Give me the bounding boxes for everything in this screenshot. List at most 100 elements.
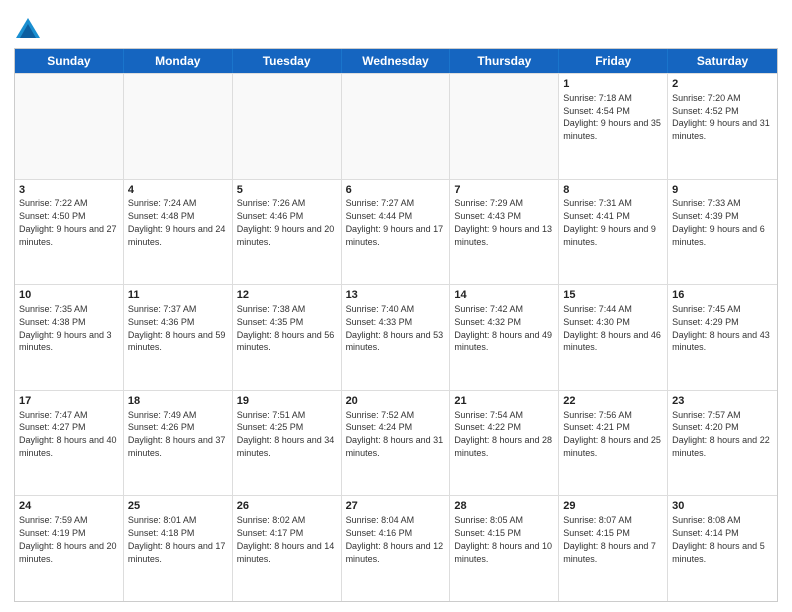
day-cell-6: 6Sunrise: 7:27 AM Sunset: 4:44 PM Daylig… [342, 180, 451, 285]
day-cell-13: 13Sunrise: 7:40 AM Sunset: 4:33 PM Dayli… [342, 285, 451, 390]
day-info: Sunrise: 8:05 AM Sunset: 4:15 PM Dayligh… [454, 515, 552, 563]
day-info: Sunrise: 7:57 AM Sunset: 4:20 PM Dayligh… [672, 410, 770, 458]
day-info: Sunrise: 7:44 AM Sunset: 4:30 PM Dayligh… [563, 304, 661, 352]
empty-cell [15, 74, 124, 179]
day-number: 25 [128, 499, 228, 514]
day-number: 19 [237, 394, 337, 409]
day-number: 17 [19, 394, 119, 409]
day-number: 13 [346, 288, 446, 303]
logo-icon [14, 14, 42, 42]
day-cell-1: 1Sunrise: 7:18 AM Sunset: 4:54 PM Daylig… [559, 74, 668, 179]
week-row-3: 10Sunrise: 7:35 AM Sunset: 4:38 PM Dayli… [15, 284, 777, 390]
day-number: 20 [346, 394, 446, 409]
header-day-saturday: Saturday [668, 49, 777, 73]
day-cell-9: 9Sunrise: 7:33 AM Sunset: 4:39 PM Daylig… [668, 180, 777, 285]
day-number: 9 [672, 183, 773, 198]
day-number: 27 [346, 499, 446, 514]
day-info: Sunrise: 7:40 AM Sunset: 4:33 PM Dayligh… [346, 304, 444, 352]
day-number: 21 [454, 394, 554, 409]
day-cell-7: 7Sunrise: 7:29 AM Sunset: 4:43 PM Daylig… [450, 180, 559, 285]
day-cell-10: 10Sunrise: 7:35 AM Sunset: 4:38 PM Dayli… [15, 285, 124, 390]
day-number: 23 [672, 394, 773, 409]
day-info: Sunrise: 7:47 AM Sunset: 4:27 PM Dayligh… [19, 410, 117, 458]
day-cell-27: 27Sunrise: 8:04 AM Sunset: 4:16 PM Dayli… [342, 496, 451, 601]
calendar-body: 1Sunrise: 7:18 AM Sunset: 4:54 PM Daylig… [15, 73, 777, 601]
day-number: 3 [19, 183, 119, 198]
week-row-1: 1Sunrise: 7:18 AM Sunset: 4:54 PM Daylig… [15, 73, 777, 179]
logo [14, 14, 46, 42]
day-cell-25: 25Sunrise: 8:01 AM Sunset: 4:18 PM Dayli… [124, 496, 233, 601]
day-info: Sunrise: 7:45 AM Sunset: 4:29 PM Dayligh… [672, 304, 770, 352]
day-number: 5 [237, 183, 337, 198]
empty-cell [233, 74, 342, 179]
day-info: Sunrise: 7:22 AM Sunset: 4:50 PM Dayligh… [19, 198, 117, 246]
header-day-sunday: Sunday [15, 49, 124, 73]
day-number: 6 [346, 183, 446, 198]
day-info: Sunrise: 7:59 AM Sunset: 4:19 PM Dayligh… [19, 515, 117, 563]
day-cell-26: 26Sunrise: 8:02 AM Sunset: 4:17 PM Dayli… [233, 496, 342, 601]
day-info: Sunrise: 7:33 AM Sunset: 4:39 PM Dayligh… [672, 198, 765, 246]
day-info: Sunrise: 7:31 AM Sunset: 4:41 PM Dayligh… [563, 198, 656, 246]
day-cell-28: 28Sunrise: 8:05 AM Sunset: 4:15 PM Dayli… [450, 496, 559, 601]
week-row-2: 3Sunrise: 7:22 AM Sunset: 4:50 PM Daylig… [15, 179, 777, 285]
day-number: 11 [128, 288, 228, 303]
day-cell-15: 15Sunrise: 7:44 AM Sunset: 4:30 PM Dayli… [559, 285, 668, 390]
day-info: Sunrise: 7:27 AM Sunset: 4:44 PM Dayligh… [346, 198, 444, 246]
header-day-tuesday: Tuesday [233, 49, 342, 73]
day-info: Sunrise: 7:35 AM Sunset: 4:38 PM Dayligh… [19, 304, 112, 352]
day-cell-16: 16Sunrise: 7:45 AM Sunset: 4:29 PM Dayli… [668, 285, 777, 390]
day-number: 8 [563, 183, 663, 198]
day-number: 2 [672, 77, 773, 92]
day-info: Sunrise: 7:38 AM Sunset: 4:35 PM Dayligh… [237, 304, 335, 352]
calendar-header: SundayMondayTuesdayWednesdayThursdayFrid… [15, 49, 777, 73]
day-cell-2: 2Sunrise: 7:20 AM Sunset: 4:52 PM Daylig… [668, 74, 777, 179]
empty-cell [124, 74, 233, 179]
day-number: 15 [563, 288, 663, 303]
day-number: 1 [563, 77, 663, 92]
day-cell-24: 24Sunrise: 7:59 AM Sunset: 4:19 PM Dayli… [15, 496, 124, 601]
day-cell-14: 14Sunrise: 7:42 AM Sunset: 4:32 PM Dayli… [450, 285, 559, 390]
day-cell-4: 4Sunrise: 7:24 AM Sunset: 4:48 PM Daylig… [124, 180, 233, 285]
day-info: Sunrise: 7:42 AM Sunset: 4:32 PM Dayligh… [454, 304, 552, 352]
day-number: 28 [454, 499, 554, 514]
day-cell-3: 3Sunrise: 7:22 AM Sunset: 4:50 PM Daylig… [15, 180, 124, 285]
day-number: 4 [128, 183, 228, 198]
page: SundayMondayTuesdayWednesdayThursdayFrid… [0, 0, 792, 612]
day-cell-18: 18Sunrise: 7:49 AM Sunset: 4:26 PM Dayli… [124, 391, 233, 496]
day-info: Sunrise: 8:08 AM Sunset: 4:14 PM Dayligh… [672, 515, 765, 563]
day-cell-30: 30Sunrise: 8:08 AM Sunset: 4:14 PM Dayli… [668, 496, 777, 601]
day-number: 16 [672, 288, 773, 303]
day-cell-11: 11Sunrise: 7:37 AM Sunset: 4:36 PM Dayli… [124, 285, 233, 390]
day-cell-17: 17Sunrise: 7:47 AM Sunset: 4:27 PM Dayli… [15, 391, 124, 496]
day-info: Sunrise: 7:54 AM Sunset: 4:22 PM Dayligh… [454, 410, 552, 458]
day-info: Sunrise: 8:01 AM Sunset: 4:18 PM Dayligh… [128, 515, 226, 563]
day-info: Sunrise: 7:37 AM Sunset: 4:36 PM Dayligh… [128, 304, 226, 352]
day-info: Sunrise: 7:24 AM Sunset: 4:48 PM Dayligh… [128, 198, 226, 246]
day-number: 30 [672, 499, 773, 514]
day-cell-8: 8Sunrise: 7:31 AM Sunset: 4:41 PM Daylig… [559, 180, 668, 285]
day-cell-5: 5Sunrise: 7:26 AM Sunset: 4:46 PM Daylig… [233, 180, 342, 285]
day-number: 29 [563, 499, 663, 514]
day-cell-22: 22Sunrise: 7:56 AM Sunset: 4:21 PM Dayli… [559, 391, 668, 496]
day-cell-19: 19Sunrise: 7:51 AM Sunset: 4:25 PM Dayli… [233, 391, 342, 496]
day-info: Sunrise: 8:02 AM Sunset: 4:17 PM Dayligh… [237, 515, 335, 563]
day-info: Sunrise: 7:52 AM Sunset: 4:24 PM Dayligh… [346, 410, 444, 458]
day-number: 22 [563, 394, 663, 409]
day-number: 24 [19, 499, 119, 514]
day-info: Sunrise: 7:29 AM Sunset: 4:43 PM Dayligh… [454, 198, 552, 246]
empty-cell [450, 74, 559, 179]
day-cell-23: 23Sunrise: 7:57 AM Sunset: 4:20 PM Dayli… [668, 391, 777, 496]
day-number: 14 [454, 288, 554, 303]
day-info: Sunrise: 7:56 AM Sunset: 4:21 PM Dayligh… [563, 410, 661, 458]
day-number: 10 [19, 288, 119, 303]
day-info: Sunrise: 8:04 AM Sunset: 4:16 PM Dayligh… [346, 515, 444, 563]
header-day-wednesday: Wednesday [342, 49, 451, 73]
day-number: 12 [237, 288, 337, 303]
day-info: Sunrise: 7:20 AM Sunset: 4:52 PM Dayligh… [672, 93, 770, 141]
day-info: Sunrise: 7:51 AM Sunset: 4:25 PM Dayligh… [237, 410, 335, 458]
day-info: Sunrise: 7:18 AM Sunset: 4:54 PM Dayligh… [563, 93, 661, 141]
day-number: 7 [454, 183, 554, 198]
empty-cell [342, 74, 451, 179]
header-day-thursday: Thursday [450, 49, 559, 73]
day-info: Sunrise: 7:49 AM Sunset: 4:26 PM Dayligh… [128, 410, 226, 458]
